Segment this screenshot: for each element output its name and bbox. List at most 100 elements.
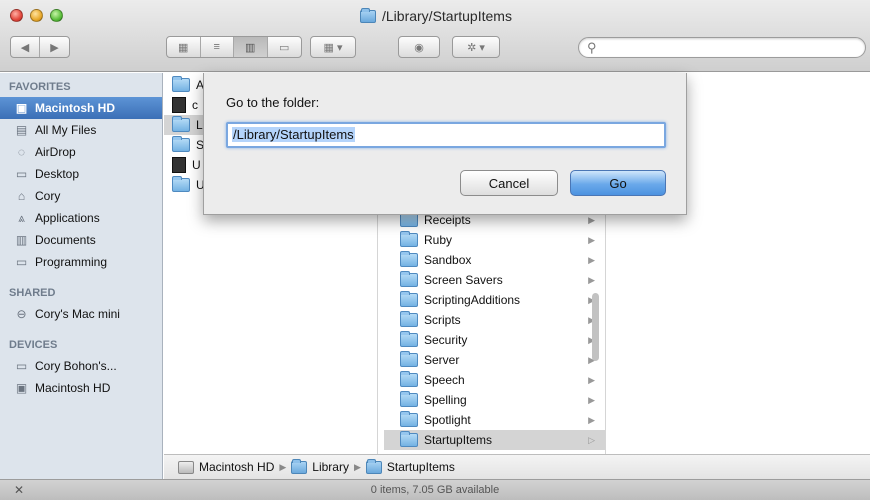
sidebar-item-label: AirDrop (35, 145, 76, 159)
path-item-startupitems[interactable]: StartupItems (387, 460, 455, 474)
sidebar-item-applications[interactable]: ⩓ Applications (0, 207, 162, 229)
sidebar-header-devices: DEVICES (9, 339, 58, 351)
window-titlebar: /Library/StartupItems ◀ ▶ ▦ ≡ ▥ ▭ ▦ ▾ ◉ … (0, 0, 870, 72)
folder-icon (172, 136, 190, 152)
document-icon (172, 157, 186, 173)
arrange-menu-button[interactable]: ▦ ▾ (310, 36, 356, 58)
folder-icon (360, 7, 376, 23)
sidebar-item-macintosh-hd[interactable]: ▣ Macintosh HD (0, 97, 162, 119)
list-item[interactable]: Security ▶ (384, 330, 605, 350)
chevron-right-icon: ▶ (588, 274, 595, 285)
sidebar-item-label: Documents (35, 233, 96, 247)
desktop-icon: ▭ (15, 167, 28, 181)
folder-icon (400, 391, 418, 407)
minimize-button[interactable] (30, 9, 43, 22)
folder-icon (400, 291, 418, 307)
back-button[interactable]: ◀ (11, 37, 41, 57)
folder-icon (400, 211, 418, 227)
list-item[interactable]: Sandbox ▶ (384, 250, 605, 270)
column-view-button[interactable]: ▥ (234, 37, 268, 57)
close-button[interactable] (10, 9, 23, 22)
folder-icon (172, 116, 190, 132)
arrange-icon: ▦ ▾ (323, 41, 343, 54)
folder-icon: ▭ (15, 255, 28, 269)
scrollbar-thumb[interactable] (592, 293, 599, 361)
list-item[interactable]: Scripts ▶ (384, 310, 605, 330)
folder-icon (400, 331, 418, 347)
home-icon: ⌂ (17, 189, 26, 203)
sidebar-item-cory-bohons-laptop[interactable]: ▭ Cory Bohon's... (0, 355, 162, 377)
sidebar-item-documents[interactable]: ▥ Documents (0, 229, 162, 251)
icon-view-button[interactable]: ▦ (167, 37, 201, 57)
cancel-button[interactable]: Cancel (460, 170, 558, 196)
chevron-right-icon: ▶ (588, 374, 595, 385)
path-item-library[interactable]: Library (312, 460, 349, 474)
list-item[interactable]: Ruby ▶ (384, 230, 605, 250)
hd-icon: ▣ (15, 101, 28, 115)
sidebar-item-programming[interactable]: ▭ Programming (0, 251, 162, 273)
sidebar-item-corys-mac-mini[interactable]: ⊖ Cory's Mac mini (0, 303, 162, 325)
sidebar-item-label: Desktop (35, 167, 80, 181)
sidebar-item-label: Programming (35, 255, 108, 269)
sidebar-item-label: Cory (35, 189, 61, 203)
chevron-right-icon: ▶ (588, 254, 595, 265)
coverflow-view-button[interactable]: ▭ (268, 37, 301, 57)
document-icon (172, 97, 186, 113)
all-files-icon: ▤ (15, 123, 28, 137)
folder-icon (400, 431, 418, 447)
go-to-folder-prompt: Go to the folder: (226, 95, 320, 110)
folder-icon (400, 231, 418, 247)
back-forward-control: ◀ ▶ (10, 36, 70, 58)
chevron-right-icon: ▶ (588, 214, 595, 225)
sidebar-item-airdrop[interactable]: ◌ AirDrop (0, 141, 162, 163)
folder-icon (400, 371, 418, 387)
folder-icon (400, 271, 418, 287)
list-item[interactable]: Screen Savers ▶ (384, 270, 605, 290)
eye-icon: ◉ (414, 41, 424, 54)
folder-icon (172, 76, 190, 92)
documents-icon: ▥ (15, 233, 28, 247)
list-item-selected[interactable]: StartupItems ▷ (384, 430, 605, 450)
window-title: /Library/StartupItems (360, 7, 512, 24)
list-item[interactable]: Spelling ▶ (384, 390, 605, 410)
path-bar: Macintosh HD ▶ Library ▶ StartupItems (164, 454, 870, 479)
zoom-button[interactable] (50, 9, 63, 22)
sidebar-header-shared: SHARED (9, 287, 56, 299)
search-icon: ⚲ (587, 40, 597, 55)
quick-look-button[interactable]: ◉ (398, 36, 440, 58)
applications-icon: ⩓ (18, 211, 25, 225)
network-computer-icon: ⊖ (16, 307, 27, 321)
status-text: 0 items, 7.05 GB available (370, 484, 500, 496)
go-to-folder-sheet: Go to the folder: /Library/StartupItems … (203, 73, 687, 215)
sidebar-item-cory[interactable]: ⌂ Cory (0, 185, 162, 207)
sidebar: FAVORITES ▣ Macintosh HD ▤ All My Files … (0, 73, 163, 479)
path-item-macintosh-hd[interactable]: Macintosh HD (199, 460, 274, 474)
chevron-right-icon: ▶ (588, 234, 595, 245)
list-item[interactable]: Speech ▶ (384, 370, 605, 390)
folder-icon (365, 458, 382, 474)
sidebar-item-macintosh-hd-device[interactable]: ▣ Macintosh HD (0, 377, 162, 399)
view-mode-control: ▦ ≡ ▥ ▭ (166, 36, 302, 58)
forward-button[interactable]: ▶ (40, 37, 69, 57)
disk-icon: ▣ (15, 381, 28, 395)
folder-path-input[interactable]: /Library/StartupItems (226, 122, 666, 148)
sidebar-item-all-my-files[interactable]: ▤ All My Files (0, 119, 162, 141)
sidebar-item-label: Cory's Mac mini (35, 307, 120, 321)
sidebar-item-label: Macintosh HD (35, 381, 111, 395)
list-item[interactable]: Spotlight ▶ (384, 410, 605, 430)
disk-icon (178, 460, 194, 474)
folder-icon (400, 411, 418, 427)
airdrop-icon: ◌ (17, 145, 26, 159)
list-item[interactable]: Server ▶ (384, 350, 605, 370)
list-view-button[interactable]: ≡ (201, 37, 234, 57)
sidebar-item-label: Macintosh HD (35, 101, 116, 115)
action-menu-button[interactable]: ✲ ▾ (452, 36, 500, 58)
sidebar-header-favorites: FAVORITES (9, 81, 71, 93)
list-item[interactable]: ScriptingAdditions ▶ (384, 290, 605, 310)
folder-icon (400, 311, 418, 327)
sidebar-item-desktop[interactable]: ▭ Desktop (0, 163, 162, 185)
go-button[interactable]: Go (570, 170, 666, 196)
window-title-text: /Library/StartupItems (382, 8, 512, 24)
folder-path-value: /Library/StartupItems (232, 127, 355, 142)
search-input[interactable]: ⚲ (578, 37, 866, 58)
